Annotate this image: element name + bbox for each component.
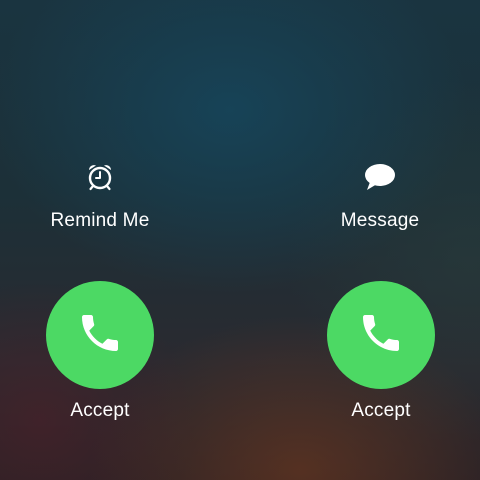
accept-call-button[interactable] — [46, 281, 154, 389]
message-button[interactable]: Message — [300, 160, 460, 232]
speech-bubble-icon — [363, 160, 397, 194]
incoming-call-screen: Remind Me Message Accept Accept — [0, 0, 480, 480]
remind-me-label: Remind Me — [50, 210, 150, 231]
alarm-clock-icon — [83, 160, 117, 194]
accept-label: Accept — [70, 400, 130, 421]
remind-me-button[interactable]: Remind Me — [20, 160, 180, 232]
accept-group-right: Accept — [301, 281, 461, 422]
phone-icon — [357, 309, 405, 362]
accept-group-left: Accept — [20, 281, 180, 422]
message-label: Message — [340, 210, 420, 231]
phone-icon — [76, 309, 124, 362]
accept-label: Accept — [351, 400, 411, 421]
accept-call-button[interactable] — [327, 281, 435, 389]
